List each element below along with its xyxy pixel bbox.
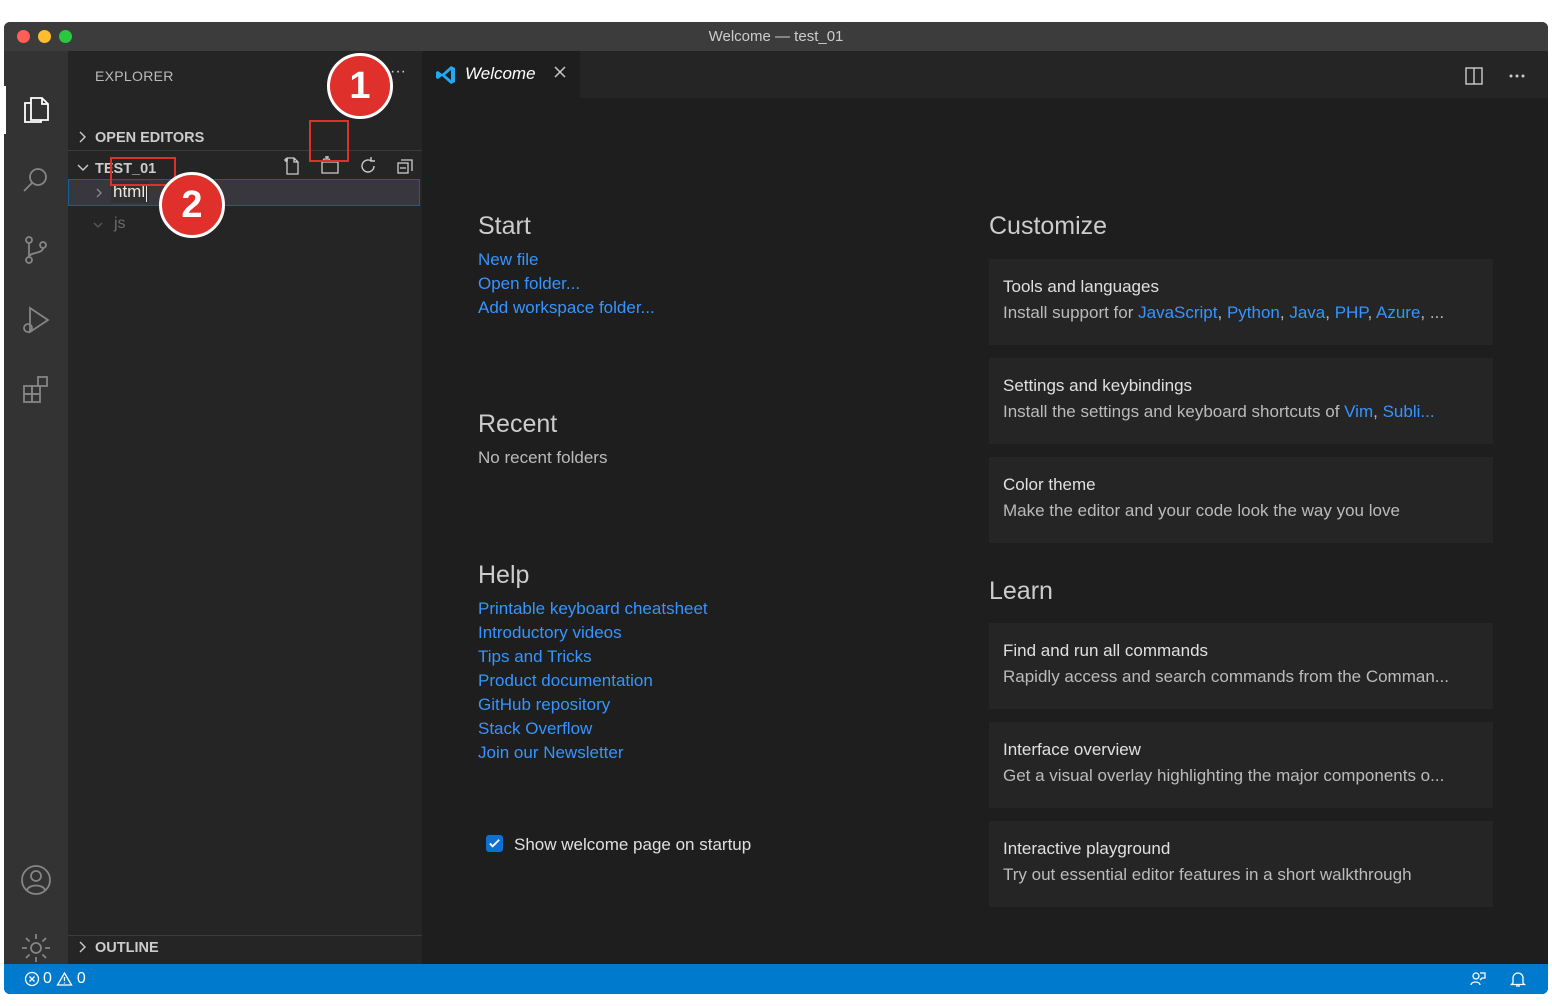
chevron-right-icon	[96, 188, 102, 198]
recent-empty-text: No recent folders	[478, 448, 608, 467]
outline-header[interactable]: OUTLINE	[68, 936, 422, 962]
warning-count: 0	[76, 970, 86, 987]
error-icon	[24, 971, 40, 987]
explorer-sidebar: EXPLORER ··· OPEN EDITORS TEST_01 html j…	[68, 51, 422, 964]
status-bar: 0 0	[4, 964, 1548, 994]
help-link[interactable]: Join our Newsletter	[478, 743, 624, 763]
split-editor-icon[interactable]	[1463, 65, 1485, 87]
vscode-window: Welcome — test_01 EXPLORER ··· OPEN EDIT…	[4, 22, 1548, 994]
error-count: 0	[43, 970, 52, 987]
section-divider	[68, 150, 422, 151]
chevron-right-icon	[79, 131, 86, 143]
chevron-down-icon	[93, 222, 103, 228]
annotation-box-1	[309, 120, 349, 162]
open-editors-section[interactable]: OPEN EDITORS	[68, 126, 422, 152]
chevron-right-icon	[79, 941, 86, 953]
help-link[interactable]: Printable keyboard cheatsheet	[478, 599, 708, 619]
chevron-down-icon	[77, 164, 89, 171]
accounts-icon[interactable]	[16, 860, 56, 900]
card-title: Interactive playground	[1003, 839, 1171, 858]
collapse-all-icon[interactable]	[394, 155, 416, 177]
settings-gear-icon[interactable]	[16, 928, 56, 968]
warning-icon	[56, 971, 73, 986]
show-on-startup-label[interactable]: Show welcome page on startup	[514, 835, 751, 855]
annotation-badge-2: 2	[159, 172, 225, 238]
close-tab-icon[interactable]	[552, 64, 568, 80]
card-desc: Try out essential editor features in a s…	[1003, 865, 1412, 884]
card-title: Find and run all commands	[1003, 641, 1209, 660]
tab-label: Welcome	[465, 64, 536, 83]
card-find-commands[interactable]: Find and run all commands Rapidly access…	[989, 623, 1493, 709]
source-control-icon[interactable]	[16, 230, 56, 270]
card-desc: Install support for JavaScript, Python, …	[1003, 303, 1445, 322]
add-workspace-folder-link[interactable]: Add workspace folder...	[478, 298, 655, 318]
window-title: Welcome — test_01	[708, 28, 844, 45]
annotation-badge-1: 1	[327, 53, 393, 119]
card-interface-overview[interactable]: Interface overview Get a visual overlay …	[989, 722, 1493, 808]
extensions-icon[interactable]	[16, 370, 56, 410]
start-heading: Start	[478, 212, 531, 240]
problems-status[interactable]: 0 0	[24, 969, 86, 989]
card-color-theme[interactable]: Color theme Make the editor and your cod…	[989, 457, 1493, 543]
desc-text: Install the settings and keyboard shortc…	[1003, 402, 1345, 421]
card-title: Interface overview	[1003, 740, 1141, 759]
help-link[interactable]: Product documentation	[478, 671, 653, 691]
outline-label: OUTLINE	[95, 940, 159, 956]
show-on-startup-checkbox[interactable]	[486, 835, 503, 852]
open-editors-label: OPEN EDITORS	[95, 130, 205, 146]
help-link[interactable]: Introductory videos	[478, 623, 622, 643]
card-desc: Rapidly access and search commands from …	[1003, 667, 1449, 686]
card-title: Tools and languages	[1003, 277, 1159, 296]
more-actions-icon[interactable]	[1506, 65, 1528, 87]
sublime-link[interactable]: Subli...	[1383, 402, 1435, 421]
python-link[interactable]: Python	[1227, 303, 1280, 322]
run-debug-icon[interactable]	[16, 300, 56, 340]
desc-text: Install support for	[1003, 303, 1139, 322]
welcome-page: Start New file Open folder... Add worksp…	[422, 98, 1548, 964]
notifications-bell-icon[interactable]	[1509, 970, 1527, 988]
card-desc: Install the settings and keyboard shortc…	[1003, 402, 1435, 421]
card-settings-keybindings[interactable]: Settings and keybindings Install the set…	[989, 358, 1493, 444]
title-bar: Welcome — test_01	[4, 22, 1548, 51]
desc-suffix: , ...	[1420, 303, 1445, 322]
customize-heading: Customize	[989, 212, 1108, 240]
java-link[interactable]: Java	[1289, 303, 1325, 322]
help-link[interactable]: GitHub repository	[478, 695, 610, 715]
card-tools-languages[interactable]: Tools and languages Install support for …	[989, 259, 1493, 345]
card-desc: Get a visual overlay highlighting the ma…	[1003, 766, 1445, 785]
tree-item-label: js	[114, 215, 126, 232]
feedback-icon[interactable]	[1469, 970, 1487, 988]
card-desc: Make the editor and your code look the w…	[1003, 501, 1400, 520]
card-title: Color theme	[1003, 475, 1096, 494]
refresh-icon[interactable]	[357, 155, 379, 177]
activity-bar	[4, 51, 68, 964]
annotation-box-2	[110, 157, 176, 186]
active-indicator	[4, 86, 6, 134]
help-link[interactable]: Stack Overflow	[478, 719, 592, 739]
more-actions-icon[interactable]: ···	[390, 63, 406, 81]
vscode-logo-icon	[436, 66, 455, 84]
help-heading: Help	[478, 561, 530, 589]
learn-heading: Learn	[989, 577, 1053, 605]
vim-link[interactable]: Vim	[1344, 402, 1373, 421]
new-file-icon[interactable]	[281, 155, 303, 177]
explorer-icon[interactable]	[16, 90, 56, 130]
tab-welcome[interactable]: Welcome	[422, 51, 580, 98]
new-file-link[interactable]: New file	[478, 250, 538, 270]
search-icon[interactable]	[16, 160, 56, 200]
open-folder-link[interactable]: Open folder...	[478, 274, 580, 294]
php-link[interactable]: PHP	[1335, 303, 1368, 322]
editor-tab-bar: Welcome	[422, 51, 1548, 98]
recent-heading: Recent	[478, 410, 558, 438]
sidebar-title: EXPLORER	[95, 68, 174, 84]
azure-link[interactable]: Azure	[1376, 303, 1420, 322]
checkmark-icon	[489, 839, 500, 848]
text-caret	[146, 183, 148, 202]
outline-section[interactable]: OUTLINE	[68, 935, 422, 965]
card-interactive-playground[interactable]: Interactive playground Try out essential…	[989, 821, 1493, 907]
card-title: Settings and keybindings	[1003, 376, 1193, 395]
javascript-link[interactable]: JavaScript	[1138, 303, 1217, 322]
help-link[interactable]: Tips and Tricks	[478, 647, 592, 667]
